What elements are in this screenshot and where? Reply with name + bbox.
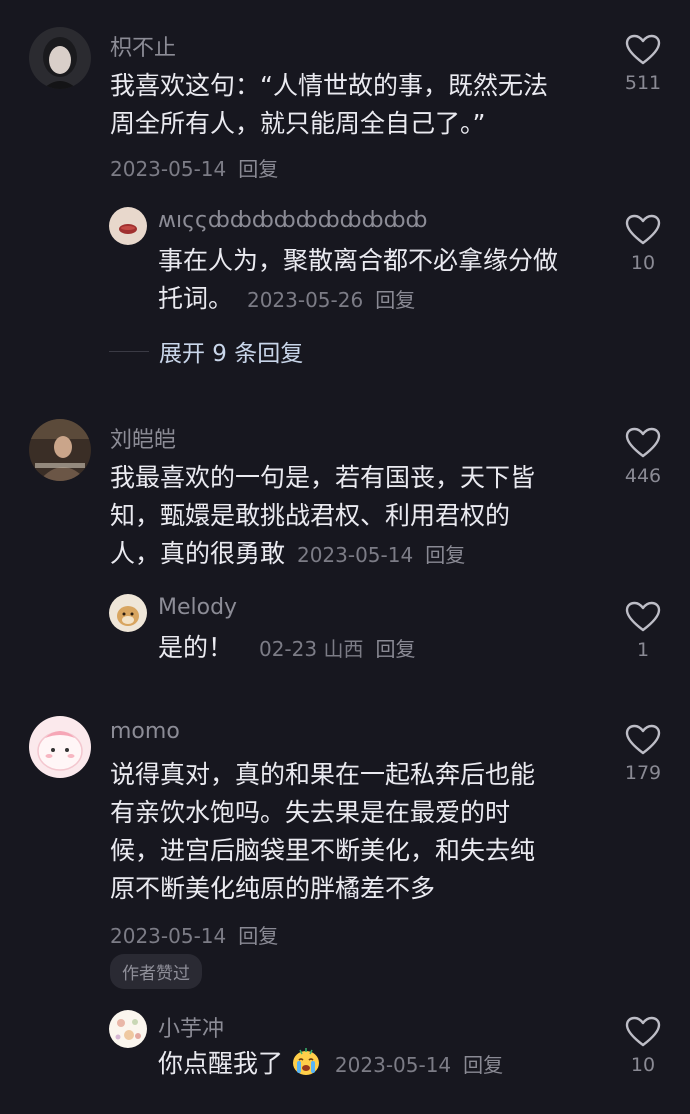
divider <box>109 350 149 352</box>
heart-icon <box>625 427 661 458</box>
heart-icon <box>625 1016 661 1047</box>
comment-meta: 2023-05-14 回复 <box>297 543 465 567</box>
comment-line: 有亲饮水饱吗。失去果是在最爱的时 <box>110 798 511 827</box>
date: 2023-05-26 <box>246 288 364 312</box>
reply-text: 是的！ 02-23 山西 回复 <box>158 629 415 668</box>
like-count: 511 <box>624 72 662 94</box>
comment-line: 候，进宫后脑袋里不断美化，和失去纯 <box>110 836 536 865</box>
reply-button[interactable]: 回复 <box>375 637 415 661</box>
heart-icon <box>625 214 661 245</box>
like-button[interactable]: 10 <box>613 214 673 274</box>
avatar[interactable] <box>109 207 147 245</box>
reply-line: 是的！ 02-23 山西 回复 <box>158 633 416 662</box>
reply-meta: 2023-05-14 回复 <box>335 1053 503 1077</box>
date: 2023-05-14 <box>110 924 227 948</box>
comment-text: 我喜欢这句：“人情世故的事，既然无法 周全所有人，就只能周全自己了。” 2023… <box>110 67 548 195</box>
reply-text: 你点醒我了 2023-05-14 回复 <box>158 1045 503 1084</box>
like-count: 179 <box>624 762 662 784</box>
expand-label: 展开 9 条回复 <box>159 341 304 367</box>
reply-line: 你点醒我了 2023-05-14 回复 <box>158 1048 504 1078</box>
comment-line: 知，甄嬛是敢挑战君权、利用君权的 <box>110 501 511 530</box>
date: 2023-05-14 <box>110 157 227 181</box>
comment-line: 我喜欢这句：“人情世故的事，既然无法 <box>110 71 548 100</box>
heart-icon <box>625 601 661 632</box>
avatar[interactable] <box>29 419 91 481</box>
comment-line: 说得真对，真的和果在一起私奔后也能 <box>110 760 536 789</box>
like-button[interactable]: 446 <box>613 427 673 487</box>
reply-line: 托词。 2023-05-26 回复 <box>158 284 416 313</box>
reply-button[interactable]: 回复 <box>238 157 278 181</box>
comment-line: 原不断美化纯原的胖橘差不多 <box>110 874 436 903</box>
date: 2023-05-14 <box>296 543 414 567</box>
username[interactable]: 刘皑皑 <box>110 422 176 454</box>
username[interactable]: Melody <box>158 595 237 620</box>
username[interactable]: ʍıςςȸȸȸȸȸȸȸȸȸȸ <box>158 208 428 233</box>
reply-button[interactable]: 回复 <box>375 288 415 312</box>
comment-meta: 2023-05-14 回复 <box>110 143 548 195</box>
avatar[interactable] <box>29 27 91 89</box>
reply-text: 事在人为，聚散离合都不必拿缘分做 托词。 2023-05-26 回复 <box>158 242 558 319</box>
date-location: 02-23 山西 <box>258 637 364 661</box>
avatar[interactable] <box>109 1010 147 1048</box>
expand-replies-button[interactable]: 展开 9 条回复 <box>109 334 303 368</box>
like-button[interactable]: 10 <box>613 1016 673 1076</box>
date: 2023-05-14 <box>334 1053 452 1077</box>
like-count: 10 <box>630 252 656 274</box>
comment-text: 我最喜欢的一句是，若有国丧，天下皆 知，甄嬛是敢挑战君权、利用君权的 人，真的很… <box>110 459 535 574</box>
reply-button[interactable]: 回复 <box>425 543 465 567</box>
username[interactable]: 小芋冲 <box>158 1011 224 1043</box>
reply-meta: 2023-05-26 回复 <box>247 288 415 312</box>
heart-icon <box>625 724 661 755</box>
like-button[interactable]: 1 <box>613 601 673 661</box>
heart-icon <box>625 34 661 65</box>
like-count: 10 <box>630 1054 656 1076</box>
username[interactable]: momo <box>110 719 180 744</box>
reply-meta: 02-23 山西 回复 <box>259 637 415 661</box>
reply-button[interactable]: 回复 <box>463 1053 503 1077</box>
like-button[interactable]: 511 <box>613 34 673 94</box>
like-count: 446 <box>624 465 662 487</box>
reply-line: 事在人为，聚散离合都不必拿缘分做 <box>158 246 559 275</box>
reply-button[interactable]: 回复 <box>238 924 278 948</box>
username[interactable]: 枳不止 <box>110 30 176 62</box>
author-liked-badge: 作者赞过 <box>110 954 202 989</box>
comment-line: 我最喜欢的一句是，若有国丧，天下皆 <box>110 463 536 492</box>
crying-face-icon <box>292 1048 319 1075</box>
comment-line: 人，真的很勇敢 2023-05-14 回复 <box>110 539 466 568</box>
like-button[interactable]: 179 <box>613 724 673 784</box>
like-count: 1 <box>636 639 650 661</box>
avatar[interactable] <box>29 716 91 778</box>
comment-line: 周全所有人，就只能周全自己了。” <box>110 109 486 138</box>
avatar[interactable] <box>109 594 147 632</box>
comment-text: 说得真对，真的和果在一起私奔后也能 有亲饮水饱吗。失去果是在最爱的时 候，进宫后… <box>110 756 535 964</box>
